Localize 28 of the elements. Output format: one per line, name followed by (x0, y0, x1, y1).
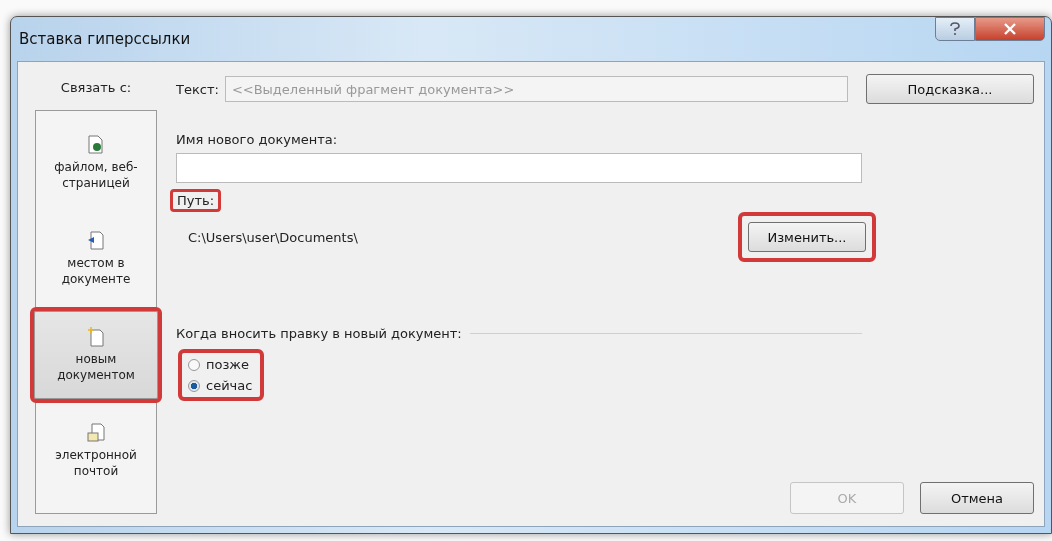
link-to-label: Связать с: (60, 79, 132, 97)
document-arrow-icon (87, 231, 105, 251)
document-envelope-icon (87, 423, 105, 443)
close-button[interactable] (975, 17, 1045, 41)
link-type-item[interactable]: местом в документе (30, 211, 162, 307)
help-icon (949, 22, 961, 36)
radio-button[interactable] (188, 379, 200, 392)
when-edit-label: Когда вносить правку в новый документ: (176, 326, 462, 341)
new-document-name-label: Имя нового документа: (176, 132, 339, 147)
document-globe-icon (87, 135, 105, 155)
window-title: Вставка гиперссылки (18, 30, 191, 48)
tooltip-button[interactable]: Подсказка... (866, 74, 1034, 104)
radio-option[interactable]: позже (188, 357, 253, 372)
path-label: Путь: (170, 189, 222, 212)
radio-option[interactable]: сейчас (188, 378, 253, 393)
radio-button[interactable] (188, 358, 200, 371)
text-field[interactable]: <<Выделенный фрагмент документа>> (224, 76, 848, 102)
text-label: Текст: (176, 81, 219, 97)
link-type-item[interactable]: электронной почтой (30, 403, 162, 499)
link-type-item[interactable]: файлом, веб-страницей (30, 115, 162, 211)
dialog-button[interactable]: Отмена (920, 482, 1034, 514)
new-document-name-field[interactable] (176, 153, 862, 183)
path-value: C:\Users\user\Documents\ (188, 229, 358, 245)
help-button[interactable] (935, 17, 975, 41)
close-icon (1004, 23, 1016, 35)
change-button[interactable]: Изменить... (748, 222, 866, 252)
link-type-item[interactable]: новым документом (30, 307, 162, 403)
new-document-icon (87, 327, 105, 347)
